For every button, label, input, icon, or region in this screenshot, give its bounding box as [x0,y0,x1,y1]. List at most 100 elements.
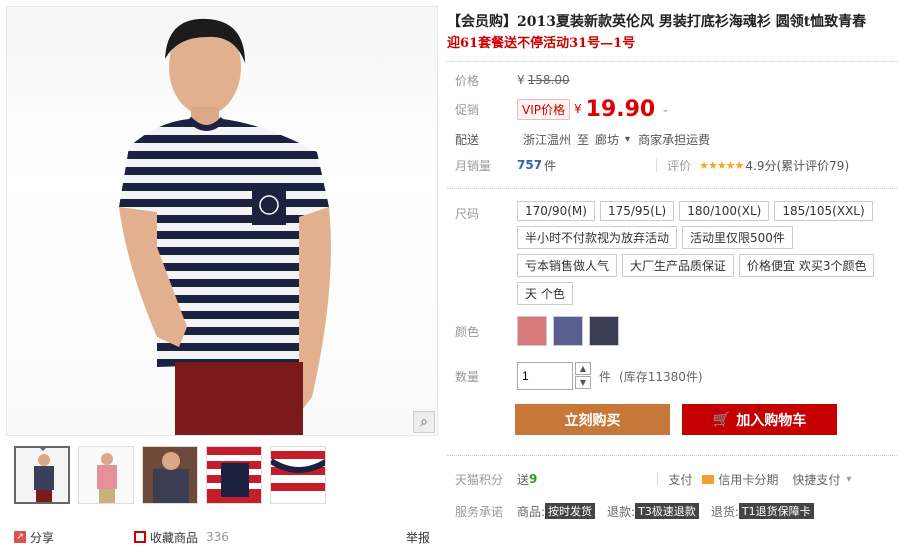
size-options: 170/90(M) 175/95(L) 180/100(XL) 185/105(… [517,201,887,310]
currency: ¥ [517,73,525,87]
share-label: 分享 [30,530,55,545]
rating-label: 评价 [667,158,692,173]
product-gallery: ⌕ ↗ 分享 收藏商品 336 举报 [6,6,438,555]
size-option[interactable]: 170/90(M) [517,201,595,221]
quantity-row: 数量 ▲ ▼ 件 (库存11380件) [455,356,897,396]
sales-count: 757 [517,158,543,172]
goods-label: 商品: [517,504,546,519]
divider [447,61,897,62]
gallery-footer: ↗ 分享 收藏商品 336 举报 [6,522,438,552]
divider [447,455,897,456]
divider [657,472,659,486]
shipping-note: 商家承担运费 [638,132,711,147]
points-text: 送 [517,472,530,487]
bookmark-icon [134,531,147,543]
sales-row: 月销量 757 件 评价 ★★★★★ 4.9分(累计评价79) [455,152,897,178]
size-option[interactable]: 天 个色 [517,282,573,305]
chevron-down-icon[interactable]: ⌄ [661,104,669,115]
thumbnail-2[interactable] [78,446,134,504]
thumbnail-3[interactable] [142,446,198,504]
quantity-unit: 件 [599,369,612,384]
points-label: 天猫积分 [455,472,504,487]
credit-installment[interactable]: 信用卡分期 [718,471,778,488]
rating-score[interactable]: 4.9分(累计评价79) [745,157,849,174]
main-product-image[interactable]: ⌕ [6,6,438,436]
vip-price-row: 促销 VIP价格 ¥ 19.90 ⌄ [455,92,897,126]
express-pay[interactable]: 快捷支付 [792,471,840,488]
thumbnail-5[interactable] [270,446,326,504]
color-row: 颜色 [455,312,897,350]
quantity-label: 数量 [455,369,480,384]
add-cart-label: 加入购物车 [736,412,807,429]
currency: ¥ [574,102,582,116]
favorite-count: 336 [206,530,229,544]
chevron-down-icon[interactable]: ▾ [846,474,851,485]
star-rating-icon: ★★★★★ [699,158,744,172]
chevron-down-icon[interactable]: ▾ [625,134,630,145]
service-badge[interactable]: 按时发货 [545,503,596,519]
favorite-label: 收藏商品 [150,530,199,545]
thumbnail-strip [14,446,326,506]
price-label: 价格 [455,73,480,88]
return-label: 退款: [607,504,636,519]
points-value: 9 [529,472,538,486]
size-option[interactable]: 亏本销售做人气 [517,254,618,277]
size-option[interactable]: 大厂生产品质保证 [622,254,735,277]
sales-label: 月销量 [455,158,492,173]
cart-icon: 🛒 [712,411,731,428]
decrement-icon[interactable]: ▼ [575,376,591,389]
delivery-row: 配送 浙江温州 至 廊坊 ▾ 商家承担运费 [455,126,897,152]
share-icon: ↗ [14,531,26,543]
delivery-to-word: 至 [577,132,590,147]
service-row: 服务承诺 商品: 按时发货 退款: T3极速退款 退货: T1退货保障卡 [455,496,897,526]
service-badge[interactable]: T3极速退款 [635,503,699,519]
vip-price: 19.90 [585,96,656,122]
thumbnail-4[interactable] [206,446,262,504]
size-row: 尺码 170/90(M) 175/95(L) 180/100(XL) 185/1… [455,201,897,310]
share-button[interactable]: ↗ 分享 [14,529,54,546]
delivery-from: 浙江温州 [523,132,572,147]
add-to-cart-button[interactable]: 🛒 加入购物车 [682,404,837,435]
stock-count: (库存11380件) [619,369,703,384]
pay-label: 支付 [668,472,693,487]
service-badge[interactable]: T1退货保障卡 [738,503,814,519]
size-label: 尺码 [455,207,480,221]
product-info: 【会员购】2013夏装新款英伦风 男装打底衫海魂衫 圆领t恤致青春 迎61套餐送… [447,12,897,526]
points-row: 天猫积分 送 9 支付 信用卡分期 快捷支付 ▾ [455,466,897,492]
color-label: 颜色 [455,324,480,339]
delivery-label: 配送 [455,132,480,147]
size-option[interactable]: 175/95(L) [599,201,675,221]
increment-icon[interactable]: ▲ [575,362,591,375]
promo-label: 促销 [455,102,480,117]
report-link[interactable]: 举报 [406,529,430,546]
vip-tag: VIP价格 [517,98,570,120]
action-row: 立刻购买 🛒 加入购物车 [515,404,897,435]
size-option[interactable]: 半小时不付款视为放弃活动 [517,226,678,249]
original-price: 158.00 [527,73,570,87]
exchange-label: 退货: [710,504,739,519]
divider [447,188,897,189]
color-swatches [517,316,619,346]
original-price-row: 价格 ¥ 158.00 [455,68,897,92]
sales-unit: 件 [544,158,557,173]
delivery-to-select[interactable]: 廊坊 [595,131,619,148]
size-option[interactable]: 价格便宜 欢买3个颜色 [739,254,875,277]
zoom-icon[interactable]: ⌕ [413,411,435,433]
product-title: 【会员购】2013夏装新款英伦风 男装打底衫海魂衫 圆领t恤致青春 [447,14,867,30]
size-option[interactable]: 180/100(XL) [679,201,770,221]
color-swatch[interactable] [589,316,619,346]
favorite-button[interactable]: 收藏商品 336 [134,529,229,546]
quantity-stepper: ▲ ▼ [575,362,591,390]
buy-now-button[interactable]: 立刻购买 [515,404,670,435]
divider [656,158,658,172]
color-swatch[interactable] [553,316,583,346]
model-photo [119,18,331,435]
size-option[interactable]: 185/105(XXL) [774,201,873,221]
promo-subtitle: 迎61套餐送不停活动31号—1号 [447,36,636,51]
quantity-input[interactable] [517,362,573,390]
thumbnail-1[interactable] [14,446,70,504]
credit-card-icon [702,474,715,484]
color-swatch[interactable] [517,316,547,346]
size-option[interactable]: 活动里仅限500件 [682,226,793,249]
service-label: 服务承诺 [455,504,504,519]
